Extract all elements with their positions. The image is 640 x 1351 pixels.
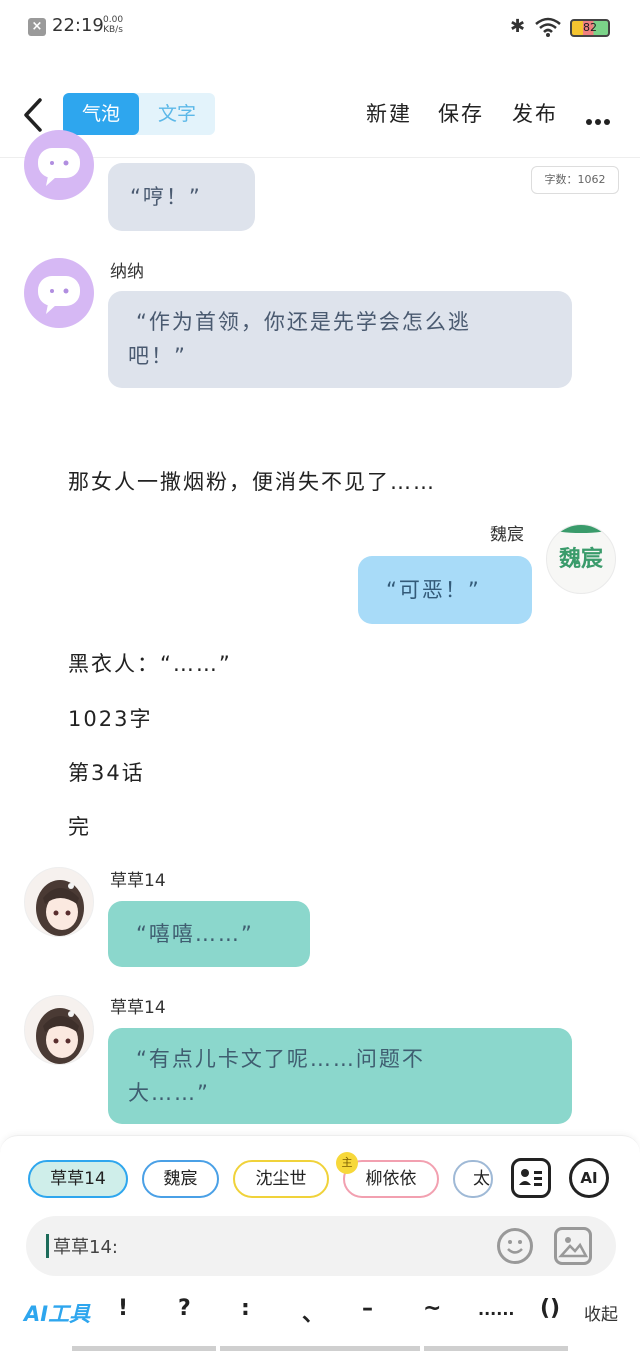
more-icon[interactable] — [586, 110, 614, 125]
character-list-icon[interactable] — [511, 1158, 551, 1198]
chat-bubble[interactable]: “嘻嘻……” — [108, 901, 310, 967]
narration-text[interactable]: 第34话 — [68, 757, 145, 787]
smile-face-icon — [507, 1240, 523, 1254]
avatar[interactable] — [24, 130, 94, 200]
tab-bubble[interactable]: 气泡 — [63, 93, 139, 135]
contact-card-icon — [519, 1169, 542, 1186]
bubble-text-line: 大……” — [128, 1081, 210, 1105]
bluetooth-icon: ✱ — [510, 16, 526, 37]
avatar[interactable]: 魏宸 — [546, 524, 616, 594]
punct-parentheses[interactable]: () — [540, 1296, 560, 1321]
chat-bubble[interactable]: “哼！” — [108, 163, 255, 231]
picture-icon — [558, 1237, 589, 1258]
narration-text[interactable]: 完 — [68, 811, 91, 841]
avatar[interactable] — [24, 995, 94, 1065]
bubble-text: “可恶！” — [386, 578, 481, 602]
girl-avatar-icon — [36, 1008, 84, 1064]
bubble-text: “哼！” — [130, 185, 202, 209]
speaker-name: 纳纳 — [110, 262, 144, 282]
chat-bubble[interactable]: “可恶！” — [358, 556, 532, 624]
bubble-text: “嘻嘻……” — [136, 922, 254, 946]
character-chip[interactable]: 沈尘世 — [233, 1160, 329, 1198]
gesture-bar — [72, 1346, 216, 1351]
word-count-badge: 字数：1062 — [531, 166, 619, 194]
bubble-text-line: “有点儿卡文了呢……问题不 — [136, 1047, 425, 1071]
punct-colon[interactable]: : — [241, 1296, 250, 1321]
character-chip[interactable]: 草草14 — [28, 1160, 128, 1198]
punctuation-toolbar: AI工具 ! ? : 、 – ~ ...... () 收起 — [0, 1282, 640, 1344]
status-time: 22:19 — [52, 15, 104, 36]
net-speed-unit: KB/s — [103, 25, 123, 35]
character-chip[interactable]: 太 — [453, 1160, 493, 1198]
publish-button[interactable]: 发布 — [512, 98, 558, 128]
main-character-badge: 主 — [336, 1152, 358, 1174]
speaker-name: 草草14 — [110, 871, 166, 891]
punct-comma[interactable]: 、 — [302, 1296, 324, 1328]
tab-text[interactable]: 文字 — [139, 93, 215, 135]
speaker-name: 草草14 — [110, 998, 166, 1018]
narration-text[interactable]: 那女人一撒烟粉，便消失不见了…… — [68, 466, 436, 496]
avatar[interactable] — [24, 258, 94, 328]
net-speed-value: 0.00 — [103, 15, 124, 25]
avatar-label: 魏宸 — [558, 547, 603, 572]
punct-exclamation[interactable]: ! — [118, 1296, 128, 1321]
chat-bubble[interactable]: “作为首领，你还是先学会怎么逃 吧！” — [108, 291, 572, 388]
back-arrow-icon[interactable] — [20, 98, 46, 132]
new-button[interactable]: 新建 — [366, 98, 412, 128]
girl-avatar-icon — [36, 880, 84, 936]
narration-text[interactable]: 1023字 — [68, 703, 152, 733]
editor-header: 气泡 文字 新建 保存 发布 — [0, 84, 640, 158]
character-chip[interactable]: 魏宸 — [142, 1160, 219, 1198]
wifi-icon — [535, 17, 561, 37]
ai-button[interactable]: AI — [569, 1158, 609, 1198]
notification-x-icon: × — [28, 18, 46, 36]
chat-bubble[interactable]: “有点儿卡文了呢……问题不 大……” — [108, 1028, 572, 1124]
punct-dash[interactable]: – — [362, 1296, 373, 1321]
gesture-bar — [424, 1346, 568, 1351]
punct-ellipsis[interactable]: ...... — [478, 1300, 514, 1319]
punct-tilde[interactable]: ~ — [423, 1296, 441, 1321]
avatar[interactable] — [24, 867, 94, 937]
bubble-text-line: “作为首领，你还是先学会怎么逃 — [136, 310, 471, 334]
image-icon[interactable] — [554, 1227, 592, 1265]
gesture-bar — [220, 1346, 420, 1351]
speaker-name: 魏宸 — [490, 525, 524, 545]
punct-question[interactable]: ? — [178, 1296, 191, 1321]
emoji-icon[interactable] — [497, 1228, 533, 1264]
text-caret — [46, 1234, 49, 1258]
chat-bubble-icon — [38, 276, 80, 314]
chat-bubble-icon — [38, 148, 80, 186]
save-button[interactable]: 保存 — [438, 98, 484, 128]
mode-toggle: 气泡 文字 — [63, 93, 215, 135]
ai-tool-button[interactable]: AI工具 — [24, 1298, 90, 1328]
narration-text[interactable]: 黑衣人：“……” — [68, 648, 232, 678]
input-value: 草草14: — [53, 1237, 118, 1258]
collapse-button[interactable]: 收起 — [584, 1300, 618, 1325]
bubble-text-line: 吧！” — [128, 344, 187, 368]
battery-icon: 82 — [570, 19, 610, 37]
net-speed: 0.00 KB/s — [103, 15, 123, 35]
status-bar: × 22:19 0.00 KB/s ✱ 82 — [0, 0, 640, 56]
